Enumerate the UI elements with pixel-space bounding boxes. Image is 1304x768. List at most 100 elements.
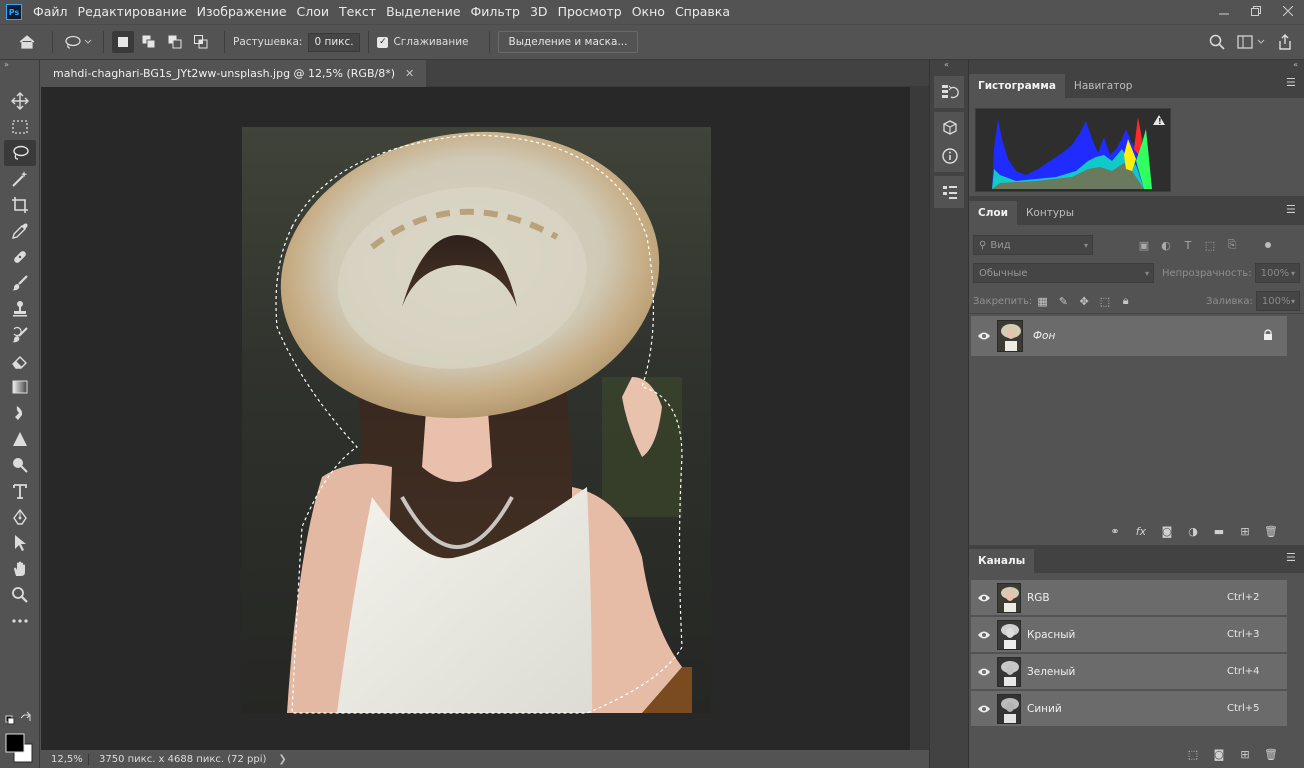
lock-artboard-icon[interactable]: ⬚	[1095, 291, 1116, 311]
home-button[interactable]	[16, 31, 38, 53]
collapse-dock-icon[interactable]: «	[969, 60, 1304, 72]
crop-tool[interactable]	[4, 192, 36, 218]
collapse-strip-icon[interactable]: «	[930, 60, 968, 72]
menu-3d[interactable]: 3D	[525, 0, 553, 24]
properties-panel-button[interactable]	[934, 178, 966, 206]
panel-menu-icon[interactable]: ☰	[1286, 204, 1298, 217]
dodge-tool[interactable]	[4, 452, 36, 478]
3d-panel-button[interactable]	[934, 114, 966, 142]
share-button[interactable]	[1274, 31, 1296, 53]
adjustment-filter-icon[interactable]: ◐	[1155, 235, 1177, 255]
link-layers-icon[interactable]: ⚭	[1102, 521, 1128, 541]
history-panel-button[interactable]	[934, 78, 966, 106]
collapse-toolbar-icon[interactable]: »	[0, 60, 39, 72]
menu-help[interactable]: Справка	[670, 0, 735, 24]
hand-tool[interactable]	[4, 556, 36, 582]
close-document-icon[interactable]: ✕	[405, 67, 414, 80]
intersect-selection-button[interactable]	[190, 31, 212, 53]
adjustment-layer-icon[interactable]: ◑	[1180, 521, 1206, 541]
marquee-tool[interactable]	[4, 114, 36, 140]
move-tool[interactable]	[4, 88, 36, 114]
add-mask-icon[interactable]: ◙	[1154, 521, 1180, 541]
add-to-selection-button[interactable]	[138, 31, 160, 53]
blend-mode-select[interactable]: Обычные ▾	[973, 263, 1154, 283]
layer-filter-select[interactable]: ⚲ Вид ▾	[973, 235, 1093, 255]
menu-edit[interactable]: Редактирование	[73, 0, 192, 24]
visibility-eye-icon[interactable]	[971, 667, 997, 677]
status-menu-icon[interactable]: ❯	[278, 754, 286, 765]
lock-all-icon[interactable]: 🔒︎	[1115, 291, 1136, 311]
history-brush-tool[interactable]	[4, 322, 36, 348]
subtract-from-selection-button[interactable]	[164, 31, 186, 53]
close-button[interactable]	[1272, 0, 1304, 22]
layer-name[interactable]: Фон	[1033, 330, 1055, 342]
document-tab[interactable]: mahdi-chaghari-BG1s_JYt2ww-unsplash.jpg …	[41, 60, 427, 87]
type-filter-icon[interactable]: T	[1177, 235, 1199, 255]
channel-row[interactable]: Зеленый Ctrl+4	[971, 654, 1287, 690]
save-selection-icon[interactable]: ◙	[1206, 744, 1232, 764]
workspace-button[interactable]	[1234, 31, 1270, 53]
fx-icon[interactable]: fx	[1128, 521, 1154, 541]
layer-row[interactable]: Фон	[971, 316, 1287, 356]
select-and-mask-button[interactable]: Выделение и маска...	[497, 31, 639, 53]
visibility-eye-icon[interactable]	[971, 593, 997, 603]
menu-select[interactable]: Выделение	[381, 0, 465, 24]
new-selection-button[interactable]	[112, 31, 134, 53]
menu-text[interactable]: Текст	[334, 0, 381, 24]
new-channel-icon[interactable]: ⊞	[1232, 744, 1258, 764]
magic-wand-tool[interactable]	[4, 166, 36, 192]
new-layer-icon[interactable]: ⊞	[1232, 521, 1258, 541]
lasso-tool[interactable]	[4, 140, 36, 166]
lock-pixels-icon[interactable]: ✎	[1053, 291, 1074, 311]
panel-menu-icon[interactable]: ☰	[1286, 552, 1298, 565]
healing-brush-tool[interactable]	[4, 244, 36, 270]
image-filter-icon[interactable]: ▣	[1133, 235, 1155, 255]
visibility-eye-icon[interactable]	[971, 630, 997, 640]
zoom-tool[interactable]	[4, 582, 36, 608]
eyedropper-tool[interactable]	[4, 218, 36, 244]
trash-icon[interactable]: 🗑︎	[1258, 744, 1284, 764]
trash-icon[interactable]: 🗑︎	[1258, 521, 1284, 541]
type-tool[interactable]	[4, 478, 36, 504]
tab-paths[interactable]: Контуры	[1017, 201, 1083, 225]
eraser-tool[interactable]	[4, 348, 36, 374]
channel-row[interactable]: RGB Ctrl+2	[971, 580, 1287, 616]
visibility-eye-icon[interactable]	[971, 331, 997, 341]
zoom-level[interactable]: 12,5%	[41, 753, 89, 765]
sharpen-tool[interactable]	[4, 426, 36, 452]
fill-input[interactable]: 100% ▾	[1255, 291, 1301, 311]
info-panel-button[interactable]	[934, 142, 966, 170]
gradient-tool[interactable]	[4, 374, 36, 400]
canvas-area[interactable]	[41, 87, 910, 750]
smart-object-filter-icon[interactable]: ⎘	[1221, 235, 1243, 255]
lasso-preset-picker[interactable]	[61, 31, 95, 53]
clone-stamp-tool[interactable]	[4, 296, 36, 322]
panel-menu-icon[interactable]: ☰	[1286, 77, 1298, 90]
tab-layers[interactable]: Слои	[969, 201, 1017, 225]
menu-view[interactable]: Просмотр	[553, 0, 627, 24]
document-canvas[interactable]	[41, 87, 910, 750]
feather-input[interactable]: 0 пикс.	[308, 32, 361, 52]
channel-row[interactable]: Синий Ctrl+5	[971, 691, 1287, 727]
brush-tool[interactable]	[4, 270, 36, 296]
vertical-scrollbar[interactable]	[910, 87, 929, 750]
menu-layers[interactable]: Слои	[292, 0, 335, 24]
visibility-eye-icon[interactable]	[971, 704, 997, 714]
filter-toggle-icon[interactable]	[1265, 242, 1271, 248]
tab-histogram[interactable]: Гистограмма	[969, 74, 1065, 98]
menu-filter[interactable]: Фильтр	[466, 0, 525, 24]
channel-row[interactable]: Красный Ctrl+3	[971, 617, 1287, 653]
opacity-input[interactable]: 100% ▾	[1254, 263, 1300, 283]
minimize-button[interactable]	[1208, 0, 1240, 22]
lock-position-icon[interactable]: ✥	[1074, 291, 1095, 311]
more-tools-button[interactable]	[4, 608, 36, 634]
menu-image[interactable]: Изображение	[192, 0, 292, 24]
menu-window[interactable]: Окно	[627, 0, 670, 24]
tab-navigator[interactable]: Навигатор	[1065, 74, 1142, 98]
path-selection-tool[interactable]	[4, 530, 36, 556]
shape-filter-icon[interactable]: ⬚	[1199, 235, 1221, 255]
search-button[interactable]	[1206, 31, 1228, 53]
restore-button[interactable]	[1240, 0, 1272, 22]
folder-icon[interactable]: ▬	[1206, 521, 1232, 541]
menu-file[interactable]: Файл	[28, 0, 73, 24]
